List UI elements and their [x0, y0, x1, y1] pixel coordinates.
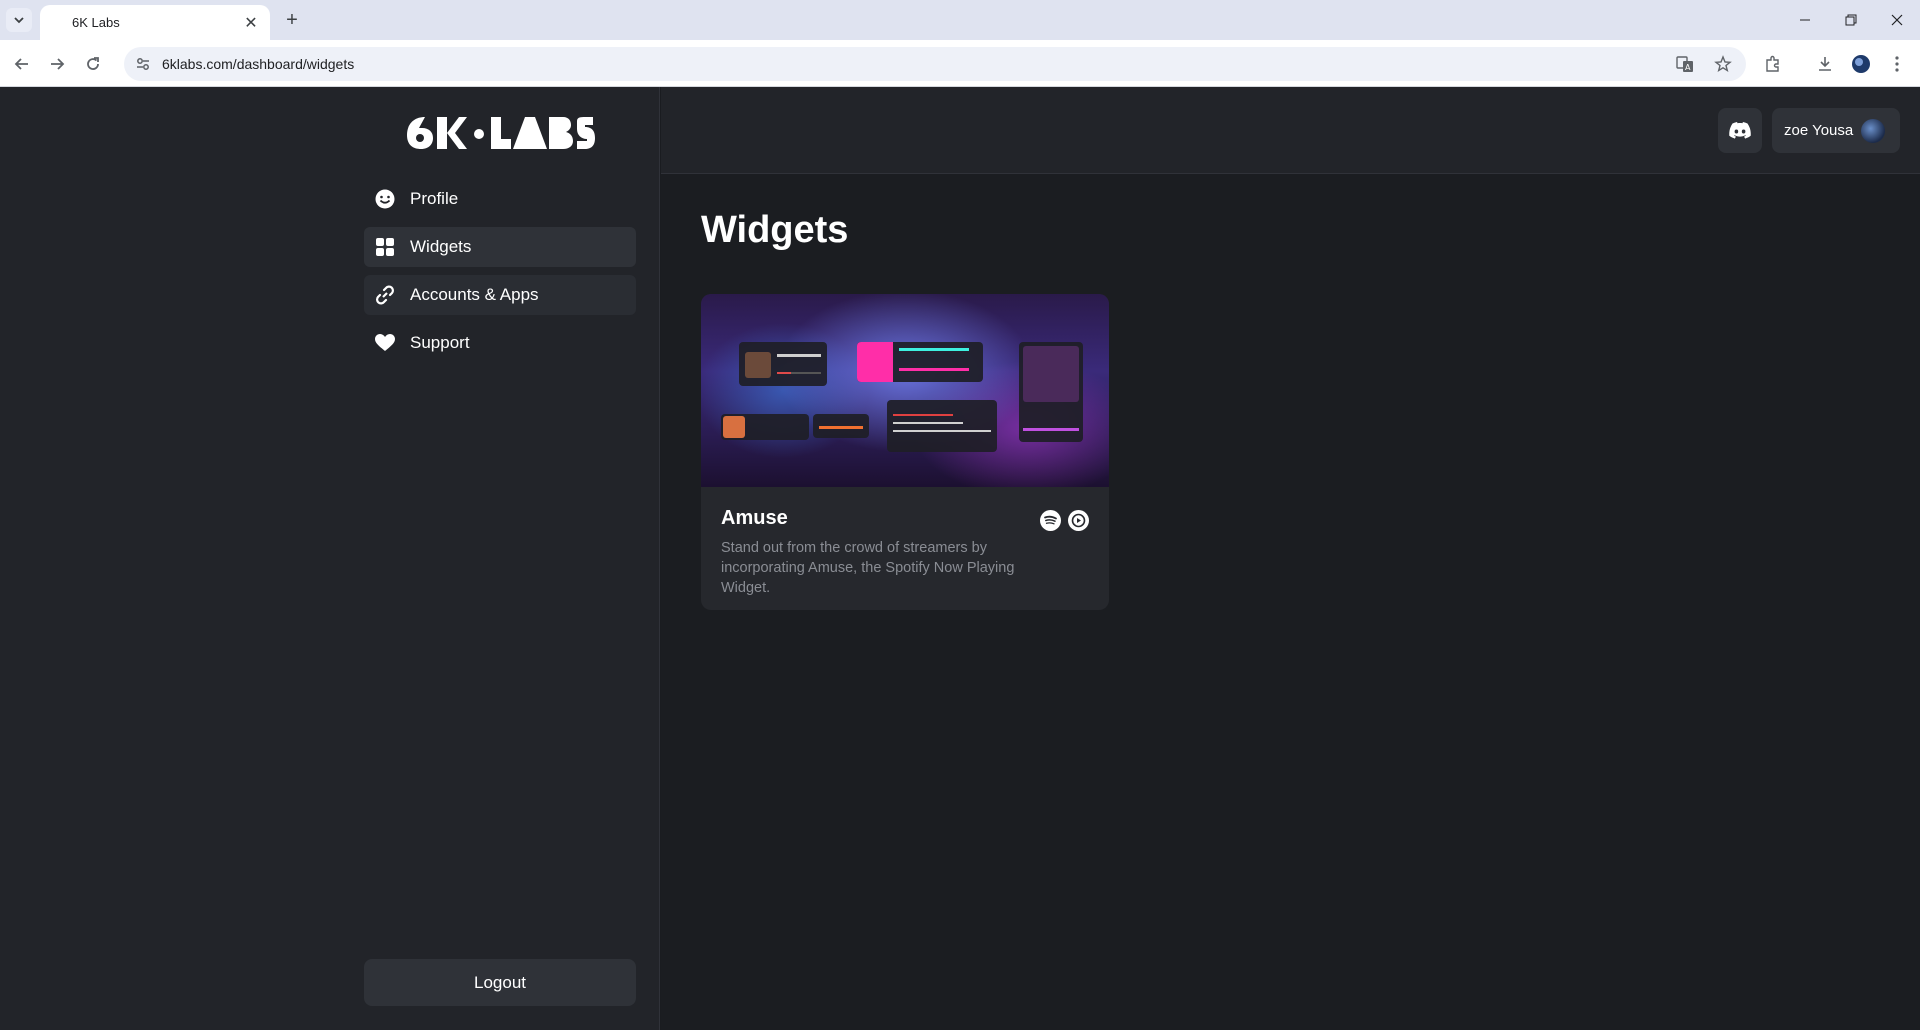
- main-content: zoe Yousa Widgets Amuse Stand out from t…: [661, 87, 1920, 1030]
- sidebar-item-label: Support: [410, 333, 470, 352]
- back-button[interactable]: [9, 51, 35, 77]
- sidebar-item-widgets[interactable]: Widgets: [364, 227, 636, 267]
- page: Profile Widgets Accounts & Apps Support: [0, 87, 1920, 1030]
- profile-avatar-icon: [1852, 55, 1870, 73]
- smile-icon: [374, 188, 396, 210]
- link-icon: [374, 284, 396, 306]
- chevron-down-icon: [14, 17, 24, 24]
- star-icon[interactable]: [1714, 55, 1732, 73]
- card-platform-icons: [1040, 510, 1089, 531]
- forward-button[interactable]: [44, 51, 70, 77]
- sidebar-item-label: Widgets: [410, 237, 472, 256]
- 6k-labs-logo-icon: [407, 117, 595, 149]
- preview-widget: [721, 414, 809, 440]
- tab-search-button[interactable]: [6, 8, 32, 32]
- spotify-icon: [1040, 510, 1061, 531]
- grid-icon: [374, 236, 396, 258]
- more-vertical-icon: [1895, 56, 1899, 72]
- svg-text:A: A: [1685, 63, 1691, 72]
- logo[interactable]: [405, 113, 595, 153]
- card-title: Amuse: [721, 507, 788, 529]
- music-disc-icon: [1068, 510, 1089, 531]
- extensions-button[interactable]: [1760, 51, 1786, 77]
- arrow-left-icon: [14, 58, 28, 70]
- sidebar: Profile Widgets Accounts & Apps Support: [0, 87, 660, 1030]
- card-description: Stand out from the crowd of streamers by…: [721, 540, 1015, 596]
- chrome-menu-button[interactable]: [1884, 51, 1910, 77]
- translate-icon[interactable]: A: [1676, 55, 1694, 73]
- close-tab-icon[interactable]: ✕: [242, 13, 260, 33]
- sidebar-nav: Profile Widgets Accounts & Apps Support: [364, 179, 636, 371]
- page-title: Widgets: [701, 209, 849, 251]
- url-text: 6klabs.com/dashboard/widgets: [162, 56, 355, 72]
- sidebar-item-label: Accounts & Apps: [410, 285, 539, 304]
- heart-icon: [374, 332, 396, 354]
- sidebar-item-accounts-apps[interactable]: Accounts & Apps: [364, 275, 636, 315]
- sidebar-item-label: Profile: [410, 189, 459, 208]
- widget-card-amuse[interactable]: Amuse Stand out from the crowd of stream…: [701, 294, 1109, 610]
- restore-icon: [1845, 14, 1857, 26]
- preview-widget: [887, 400, 997, 452]
- user-menu-button[interactable]: zoe Yousa: [1772, 108, 1900, 153]
- tab-title: 6K Labs: [72, 15, 120, 30]
- download-icon: [1819, 57, 1831, 71]
- preview-widget: [857, 342, 983, 382]
- minimize-icon: [1800, 19, 1810, 21]
- avatar: [1861, 118, 1886, 143]
- preview-widget: [1019, 342, 1083, 442]
- site-info-icon[interactable]: [124, 56, 162, 72]
- new-tab-button[interactable]: +: [280, 8, 304, 32]
- top-bar: zoe Yousa: [661, 87, 1920, 174]
- restore-button[interactable]: [1828, 6, 1874, 34]
- widget-preview-image: [701, 294, 1109, 487]
- minimize-button[interactable]: [1782, 6, 1828, 34]
- puzzle-icon: [1766, 55, 1779, 72]
- sidebar-item-profile[interactable]: Profile: [364, 179, 636, 219]
- browser-toolbar: 6klabs.com/dashboard/widgets A: [0, 40, 1920, 87]
- sidebar-item-support[interactable]: Support: [364, 323, 636, 363]
- close-icon: [1891, 14, 1903, 26]
- address-bar[interactable]: 6klabs.com/dashboard/widgets A: [124, 47, 1746, 81]
- reload-button[interactable]: [80, 51, 106, 77]
- preview-widget: [739, 342, 827, 386]
- discord-icon: [1729, 122, 1751, 139]
- browser-tab-bar: 6K Labs ✕ +: [0, 0, 1920, 40]
- logout-button[interactable]: Logout: [364, 959, 636, 1006]
- discord-button[interactable]: [1718, 108, 1762, 153]
- close-window-button[interactable]: [1874, 6, 1920, 34]
- reload-icon: [87, 57, 99, 70]
- browser-tab[interactable]: 6K Labs ✕: [40, 5, 270, 40]
- downloads-button[interactable]: [1812, 51, 1838, 77]
- preview-widget: [813, 414, 869, 438]
- user-name: zoe Yousa: [1784, 122, 1854, 139]
- arrow-right-icon: [51, 58, 65, 70]
- profile-button[interactable]: [1848, 51, 1874, 77]
